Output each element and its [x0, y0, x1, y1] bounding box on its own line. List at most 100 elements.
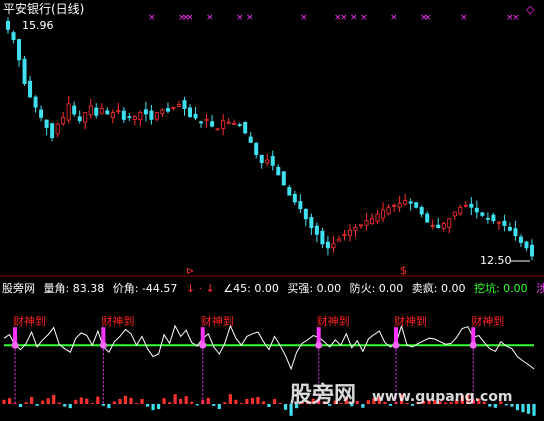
candle-body [485, 217, 490, 220]
candle-body [303, 208, 308, 220]
stock-title: 平安银行(日线) [3, 1, 84, 16]
volume-bar [140, 399, 144, 404]
watermark-cn: 股旁网 [290, 382, 356, 408]
candle-body [419, 207, 424, 215]
candle-body [237, 124, 242, 127]
candle-body [502, 220, 507, 226]
volume-bar [162, 398, 166, 404]
chart-canvas: 平安银行(日线) ◇ 15.96 12.50 ⊳ $ 股旁网 量角: 83.38… [0, 1, 544, 416]
candle-body [165, 108, 170, 112]
cross-marker: × [246, 13, 254, 23]
volume-bar [234, 399, 238, 404]
volume-bar [129, 397, 133, 404]
candle-body [138, 112, 143, 121]
arrow-marker: ⊳ [186, 266, 194, 277]
candle-body [110, 112, 115, 119]
candle-body [116, 110, 121, 112]
candle-body [530, 244, 535, 257]
cross-marker: × [512, 13, 520, 23]
volume-bar [173, 394, 177, 404]
volume-bar [2, 399, 6, 404]
candle-body [55, 123, 60, 135]
candle-body [171, 106, 176, 109]
candle-body [66, 103, 71, 121]
volume-bar [521, 404, 525, 413]
volume-bar [57, 402, 61, 404]
volume-bar [283, 404, 288, 410]
candle-body [199, 121, 204, 124]
volume-angle: 量角: 83.38 [44, 282, 105, 295]
candle-body [127, 116, 132, 119]
volume-bar [24, 402, 28, 404]
candle-body [342, 233, 347, 236]
volume-bar [526, 404, 531, 414]
cross-marker: × [460, 13, 468, 23]
candle-body [392, 204, 397, 207]
signal-dot [11, 341, 19, 349]
volume-bar [151, 404, 155, 411]
candle-body [77, 116, 82, 122]
candle-body [364, 220, 369, 226]
candle-body [61, 116, 66, 125]
candle-body [298, 201, 303, 210]
candle-body [381, 209, 386, 219]
candle-body [452, 211, 457, 217]
volume-bar [228, 394, 232, 404]
cross-markers: × ××× × × × × ×× × × × ×× × ×× [148, 13, 520, 23]
indicator-name: 股旁网 [2, 281, 35, 295]
volume-bar [112, 401, 117, 404]
volume-bar [278, 403, 282, 404]
candle-body [320, 230, 325, 245]
candle-body [474, 207, 479, 213]
candle-body [94, 107, 99, 116]
candle-body [44, 119, 49, 128]
candle-body [72, 105, 77, 115]
candle-body [336, 238, 341, 242]
volume-bar [239, 403, 243, 404]
candle-body [232, 123, 237, 125]
volume-bar [118, 399, 122, 404]
sell-crazy: 卖疯: 0.00 [412, 281, 466, 295]
signal-dot [99, 341, 107, 349]
price-angle: 价角: -44.57 [113, 282, 178, 295]
candle-body [331, 243, 336, 248]
volume-bar [68, 404, 72, 409]
indicator-bar: 股旁网 量角: 83.38 价角: -44.57 ↓ · ↓ ∠45: 0.00… [2, 281, 544, 295]
volume-bar [107, 404, 111, 409]
candle-body [28, 80, 33, 98]
candle-body [524, 241, 529, 249]
candle-body [386, 206, 391, 215]
cross-marker: × [148, 13, 156, 23]
signal-dot [392, 341, 400, 349]
candle-body [204, 118, 209, 121]
volume-bar [217, 404, 221, 409]
candle-body [154, 112, 159, 120]
candle-body [160, 109, 165, 115]
candle-body [259, 154, 264, 164]
signal-dot [199, 341, 207, 349]
candle-body [447, 218, 452, 228]
candle-body [353, 227, 358, 231]
candle-body [425, 213, 430, 223]
signal-label: 财神到 [101, 314, 134, 328]
candle-body [375, 213, 380, 222]
candle-body [182, 100, 187, 109]
candle-body [496, 221, 501, 224]
candle-body [314, 225, 319, 235]
cross-marker: × [236, 13, 244, 23]
dollar-marker: $ [400, 264, 407, 277]
candle-body [88, 105, 93, 116]
volume-bar [123, 395, 128, 404]
candle-body [176, 104, 181, 107]
volume-bar [63, 404, 67, 407]
volume-bar [250, 397, 255, 404]
candle-body [39, 109, 44, 118]
volume-bar [96, 396, 100, 404]
signal-label: 财神到 [394, 314, 427, 328]
candle-body [430, 225, 435, 227]
cross-marker: × [390, 13, 398, 23]
candle-body [143, 109, 148, 115]
fire-guard: 防火: 0.00 [350, 281, 404, 295]
candle-body [265, 159, 270, 164]
trend-arrows: ↓ · ↓ [186, 282, 215, 295]
